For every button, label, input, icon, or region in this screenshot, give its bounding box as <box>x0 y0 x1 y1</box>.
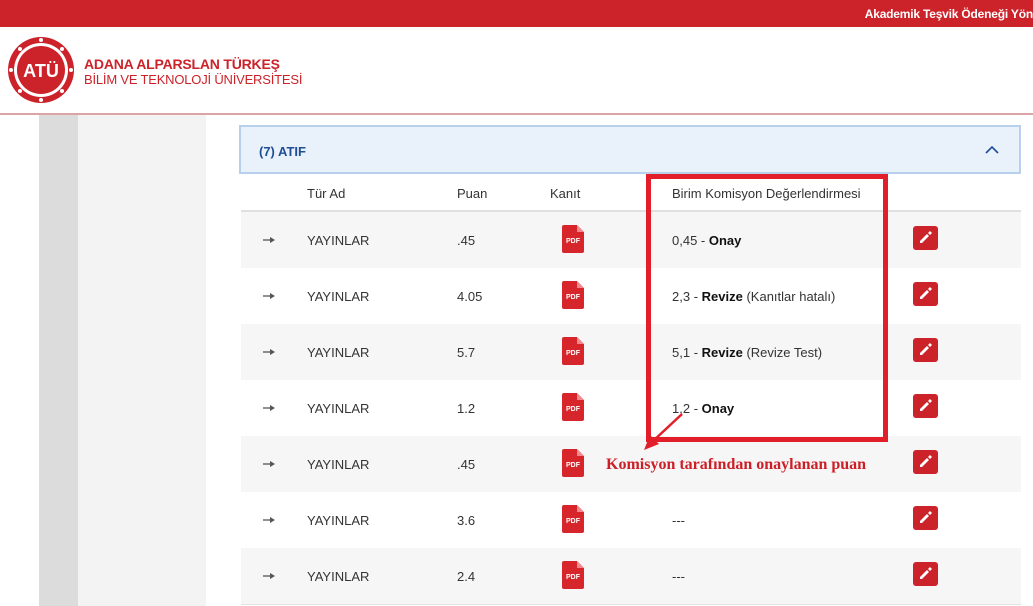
committee-eval-cell: 5,1 - Revize (Revize Test) <box>672 345 823 360</box>
eval-status: Onay <box>708 233 742 248</box>
eval-score: 0,45 <box>672 233 698 248</box>
committee-eval-cell: 2,3 - Revize (Kanıtlar hatalı) <box>672 289 836 304</box>
pencil-icon <box>920 231 932 243</box>
pdf-label: PDF <box>566 518 581 525</box>
edit-button[interactable] <box>913 226 938 250</box>
chevron-up-icon[interactable] <box>983 141 1001 159</box>
committee-eval-cell: 0,45 - Onay <box>672 233 742 248</box>
eval-note: (Revize Test) <box>746 345 823 360</box>
pdf-file-icon[interactable]: PDF <box>562 505 584 533</box>
score-cell: .45 <box>457 457 476 472</box>
section-header-atif[interactable]: (7) ATIF <box>239 125 1021 174</box>
pencil-icon <box>920 399 932 411</box>
type-cell: YAYINLAR <box>307 289 370 304</box>
top-bar: Akademik Teşvik Ödeneği Yön <box>0 0 1033 28</box>
arrow-right-icon <box>263 573 275 579</box>
score-cell: 1.2 <box>457 401 476 416</box>
type-cell: YAYINLAR <box>307 569 370 584</box>
eval-score: --- <box>672 569 685 584</box>
table-row: YAYINLAR .45 PDF 0,45 - Onay <box>241 212 1021 269</box>
arrow-right-icon <box>263 461 275 467</box>
type-cell: YAYINLAR <box>307 233 370 248</box>
edit-button[interactable] <box>913 394 938 418</box>
system-title: Akademik Teşvik Ödeneği Yön <box>864 7 1033 21</box>
logo-text: ATÜ <box>23 61 59 81</box>
eval-status: Revize <box>701 345 743 360</box>
eval-score: 1,2 <box>672 401 691 416</box>
score-cell: 3.6 <box>457 513 476 528</box>
score-cell: 5.7 <box>457 345 476 360</box>
score-cell: 4.05 <box>457 289 483 304</box>
pdf-file-icon[interactable]: PDF <box>562 225 584 253</box>
sidebar-rail <box>39 115 78 606</box>
annotation-text: Komisyon tarafından onaylanan puan <box>606 456 867 473</box>
eval-status: Onay <box>701 401 735 416</box>
arrow-right-icon <box>263 293 275 299</box>
committee-eval-cell: --- <box>672 569 685 584</box>
pencil-icon <box>920 343 932 355</box>
column-header-type: Tür Ad <box>307 186 346 201</box>
column-header-score: Puan <box>457 186 488 201</box>
edit-button[interactable] <box>913 282 938 306</box>
pencil-icon <box>920 455 932 467</box>
pdf-file-icon[interactable]: PDF <box>562 561 584 589</box>
eval-score: 2,3 <box>672 289 691 304</box>
edit-button[interactable] <box>913 562 938 586</box>
edit-button[interactable] <box>913 338 938 362</box>
eval-score: 5,1 <box>672 345 691 360</box>
edit-button[interactable] <box>913 506 938 530</box>
pdf-label: PDF <box>566 574 581 581</box>
university-logo[interactable]: ATÜ <box>6 35 76 105</box>
type-cell: YAYINLAR <box>307 401 370 416</box>
table-row: YAYINLAR 5.7 PDF 5,1 - Revize (Revize Test) <box>241 324 1021 381</box>
eval-score: --- <box>672 513 685 528</box>
university-name: ADANA ALPARSLAN TÜRKEŞ BİLİM VE TEKNOLOJ… <box>84 56 303 88</box>
table-row: YAYINLAR 4.05 PDF 2,3 - Revize (Kanıtlar ha… <box>241 268 1021 325</box>
pdf-file-icon[interactable]: PDF <box>562 393 584 421</box>
type-cell: YAYINLAR <box>307 513 370 528</box>
eval-note: (Kanıtlar hatalı) <box>746 289 836 304</box>
university-name-line1: ADANA ALPARSLAN TÜRKEŞ <box>84 56 280 72</box>
column-header-committee: Birim Komisyon Değerlendirmesi <box>672 186 861 201</box>
table-row: YAYINLAR 2.4 PDF --- <box>241 548 1021 605</box>
pencil-icon <box>920 567 932 579</box>
university-name-line2: BİLİM VE TEKNOLOJİ ÜNİVERSİTESİ <box>84 72 303 87</box>
arrow-right-icon <box>263 237 275 243</box>
pencil-icon <box>920 287 932 299</box>
committee-eval-cell: --- <box>672 513 685 528</box>
university-header: ATÜ ADANA ALPARSLAN TÜRKEŞ BİLİM VE TEKN… <box>0 27 1033 115</box>
pdf-file-icon[interactable]: PDF <box>562 449 584 477</box>
edit-button[interactable] <box>913 450 938 474</box>
type-cell: YAYINLAR <box>307 457 370 472</box>
score-cell: 2.4 <box>457 569 476 584</box>
pdf-file-icon[interactable]: PDF <box>562 281 584 309</box>
pdf-label: PDF <box>566 462 581 469</box>
arrow-right-icon <box>263 349 275 355</box>
score-cell: .45 <box>457 233 476 248</box>
table-header: Tür Ad Puan Kanıt Birim Komisyon Değerle… <box>241 176 1021 212</box>
table-row: YAYINLAR 1.2 PDF 1,2 - Onay <box>241 380 1021 437</box>
sidebar-area <box>78 115 206 606</box>
pdf-label: PDF <box>566 238 581 245</box>
arrow-right-icon <box>263 405 275 411</box>
eval-status: Revize <box>701 289 743 304</box>
pdf-label: PDF <box>566 406 581 413</box>
type-cell: YAYINLAR <box>307 345 370 360</box>
pdf-label: PDF <box>566 350 581 357</box>
table-row: YAYINLAR 3.6 PDF --- <box>241 492 1021 549</box>
column-header-evidence: Kanıt <box>550 186 581 201</box>
arrow-right-icon <box>263 517 275 523</box>
pdf-file-icon[interactable]: PDF <box>562 337 584 365</box>
committee-eval-cell: 1,2 - Onay <box>672 401 735 416</box>
pdf-label: PDF <box>566 294 581 301</box>
section-title: (7) ATIF <box>259 144 306 159</box>
pencil-icon <box>920 511 932 523</box>
